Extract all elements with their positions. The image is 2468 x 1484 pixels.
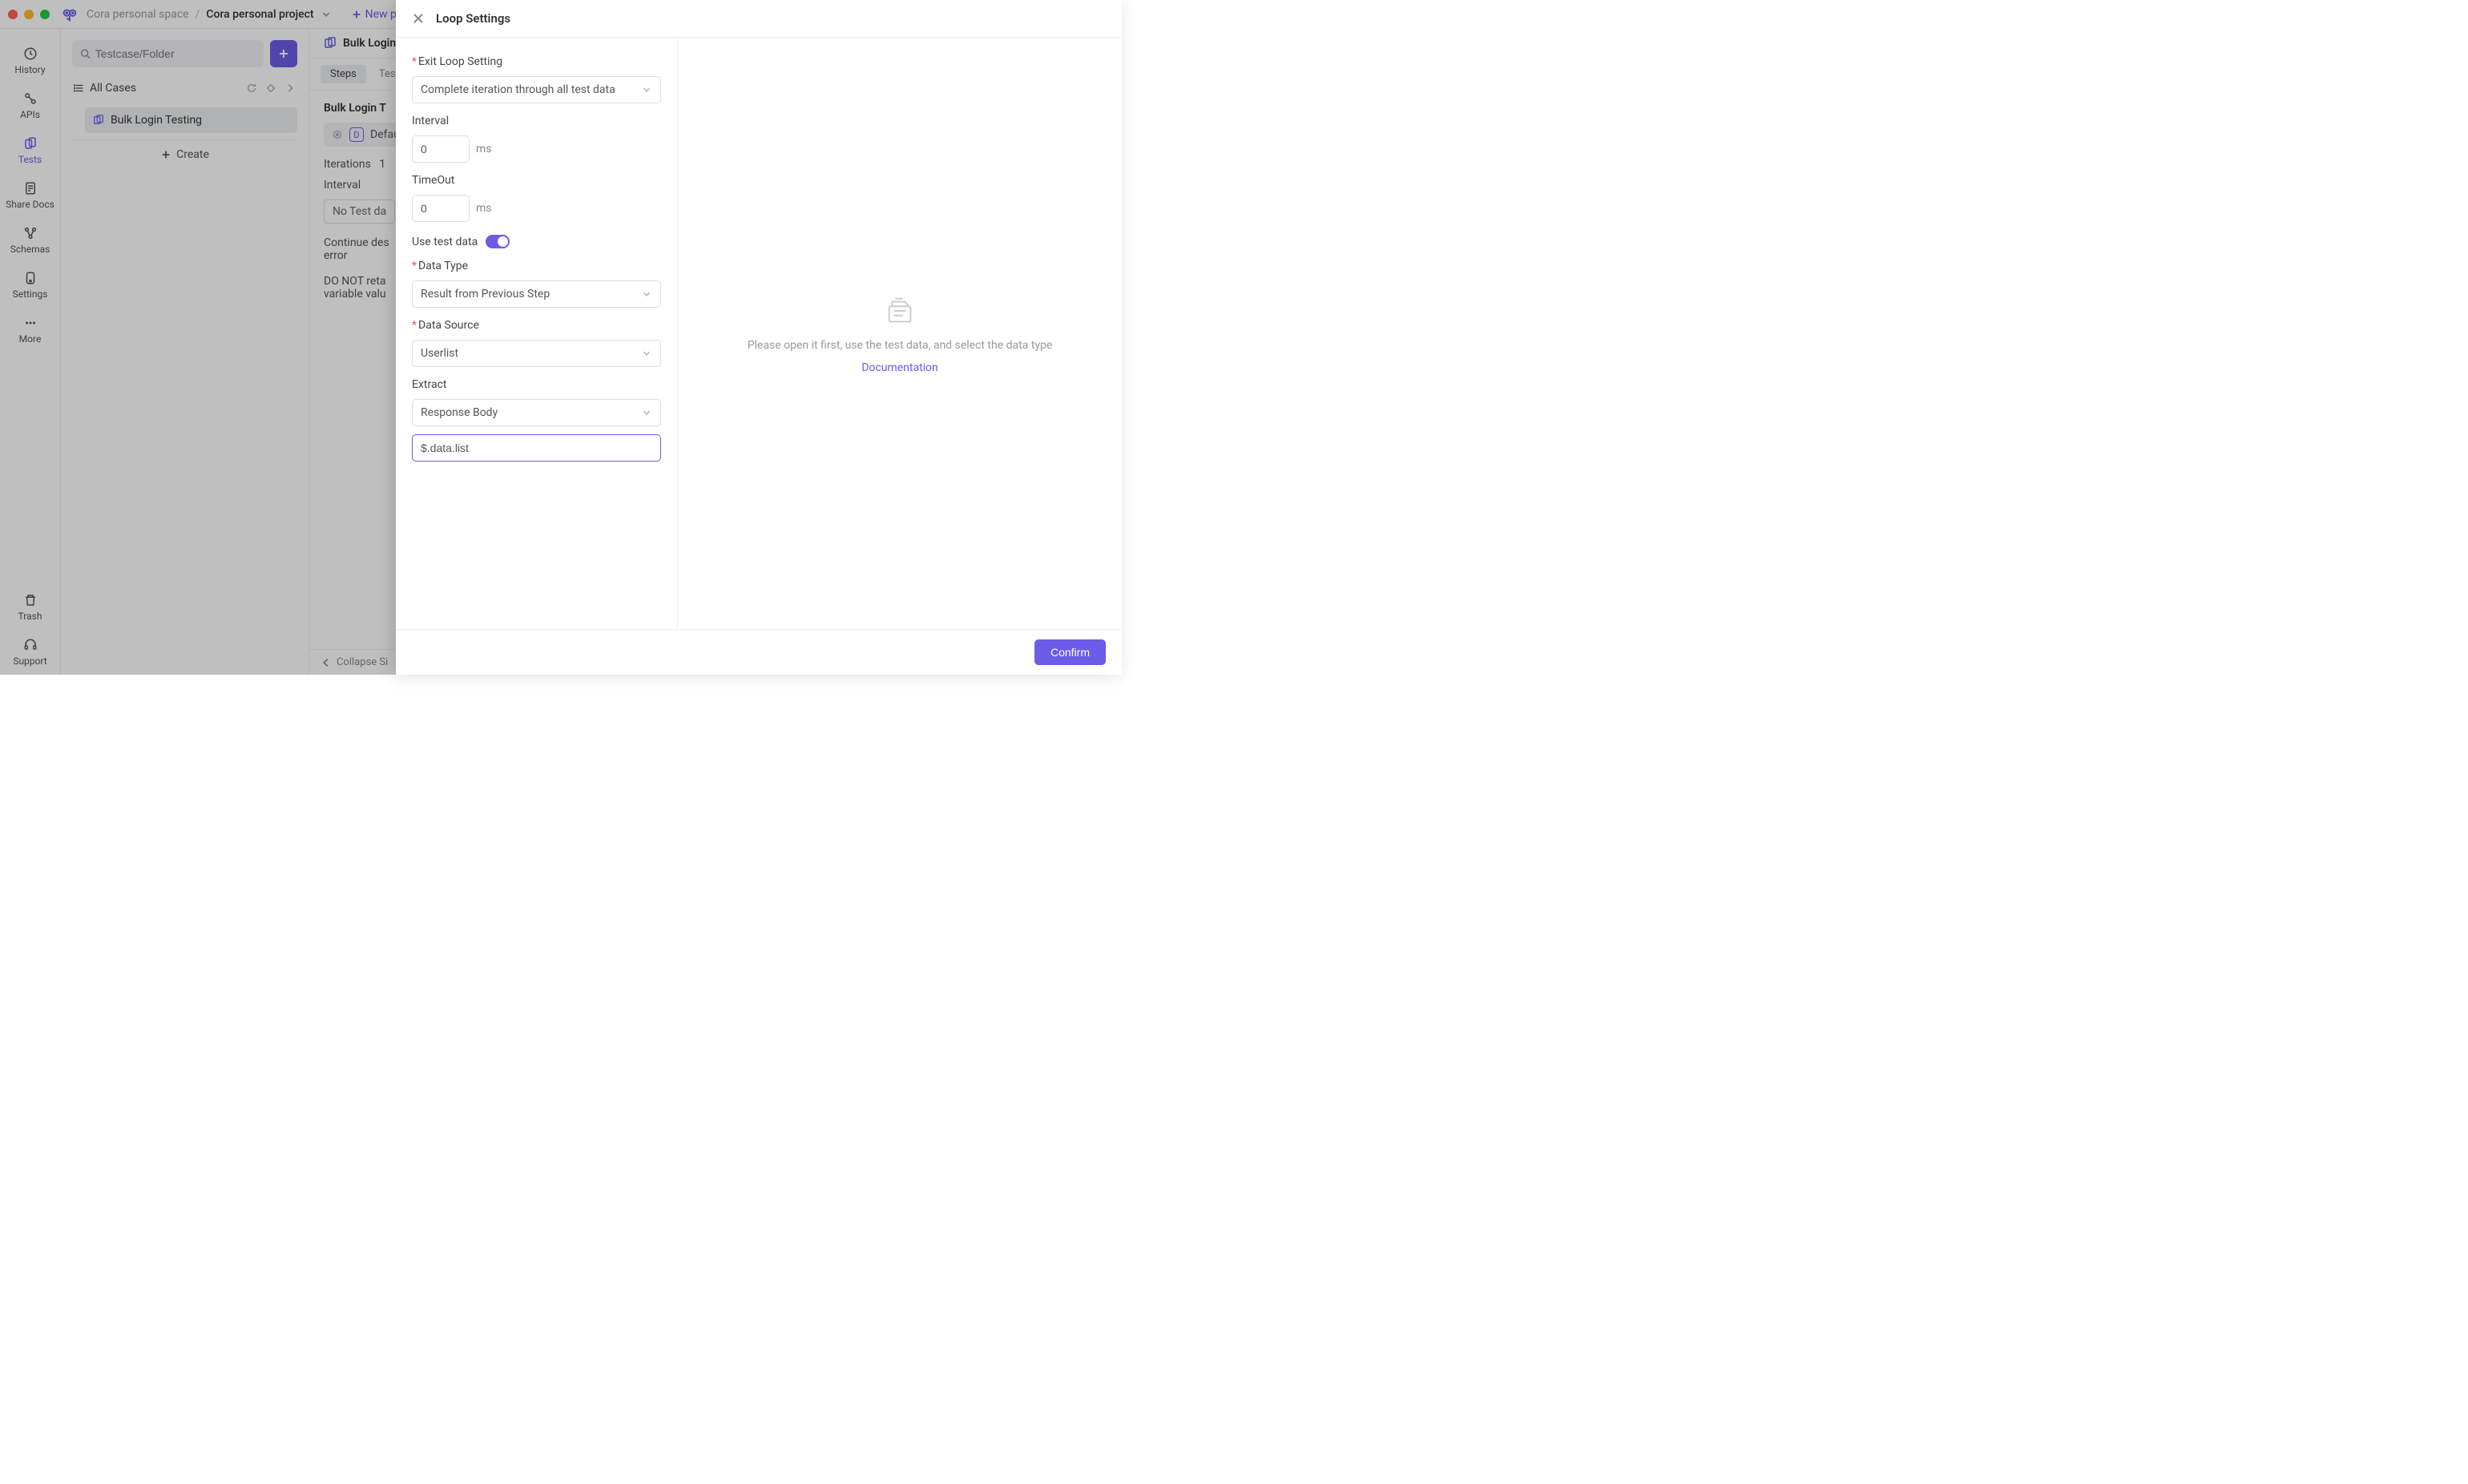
data-type-value: Result from Previous Step [421, 288, 550, 300]
chevron-down-icon [641, 84, 652, 95]
panel-title: Loop Settings [436, 11, 510, 26]
data-source-value: Userlist [421, 347, 458, 360]
chevron-down-icon [641, 407, 652, 418]
timeout-label: TimeOut [412, 174, 661, 187]
data-source-label: *Data Source [412, 319, 661, 332]
use-test-data-toggle[interactable] [486, 235, 510, 248]
interval-input[interactable] [412, 135, 470, 163]
loop-settings-panel: Loop Settings *Exit Loop Setting Complet… [396, 0, 1122, 675]
interval-unit: ms [476, 143, 492, 155]
chevron-down-icon [641, 348, 652, 359]
extract-value: Response Body [421, 406, 498, 419]
loop-settings-form: *Exit Loop Setting Complete iteration th… [396, 38, 678, 629]
document-icon [881, 292, 918, 329]
timeout-input[interactable] [412, 195, 470, 222]
use-test-data-label: Use test data [412, 236, 478, 248]
exit-loop-label: *Exit Loop Setting [412, 55, 661, 68]
exit-loop-value: Complete iteration through all test data [421, 83, 615, 96]
timeout-unit: ms [476, 202, 492, 215]
hint-text: Please open it first, use the test data,… [748, 339, 1053, 352]
confirm-button[interactable]: Confirm [1034, 639, 1106, 665]
chevron-down-icon [641, 288, 652, 300]
data-type-select[interactable]: Result from Previous Step [412, 280, 661, 308]
documentation-link[interactable]: Documentation [861, 361, 938, 374]
close-icon[interactable] [412, 12, 425, 25]
data-type-label: *Data Type [412, 260, 661, 272]
extract-select[interactable]: Response Body [412, 399, 661, 426]
exit-loop-select[interactable]: Complete iteration through all test data [412, 76, 661, 103]
data-source-select[interactable]: Userlist [412, 340, 661, 367]
jsonpath-input[interactable] [412, 434, 661, 462]
extract-label: Extract [412, 378, 661, 391]
info-panel: Please open it first, use the test data,… [678, 38, 1122, 629]
interval-label: Interval [412, 115, 661, 127]
